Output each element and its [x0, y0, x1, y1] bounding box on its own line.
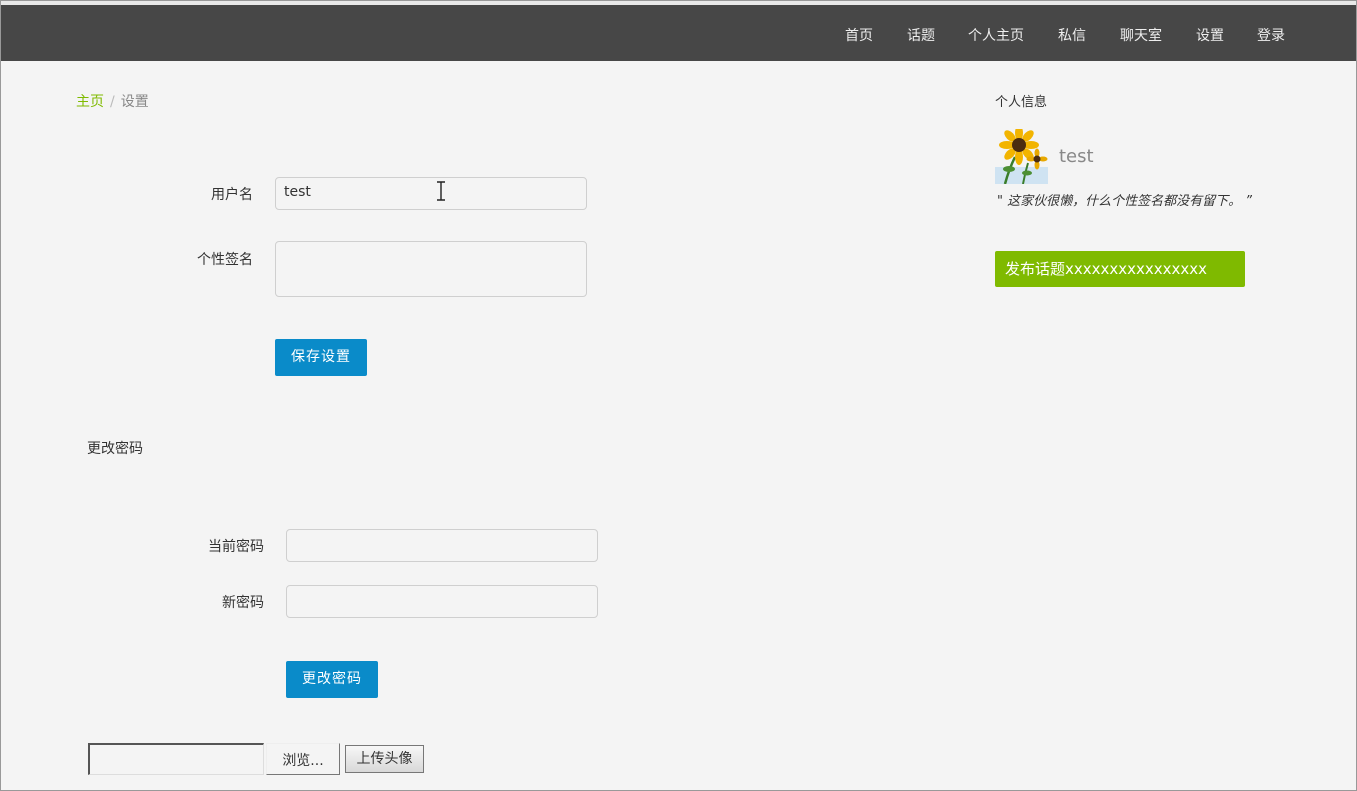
personal-info-heading: 个人信息 — [995, 95, 1048, 110]
browse-button[interactable]: 浏览... — [266, 743, 340, 775]
nav-messages[interactable]: 私信 — [1058, 25, 1086, 45]
sidebar-signature: " 这家伙很懒，什么个性签名都没有留下。 ” — [997, 194, 1252, 209]
nav-topics[interactable]: 话题 — [907, 25, 935, 45]
avatar-sunflower-icon — [995, 129, 1048, 184]
signature-textarea[interactable] — [275, 241, 587, 297]
sidebar-username: test — [1059, 146, 1094, 167]
signature-label: 个性签名 — [197, 252, 253, 268]
nav-profile[interactable]: 个人主页 — [968, 25, 1024, 45]
publish-topic-button[interactable]: 发布话题xxxxxxxxxxxxxxxx — [995, 251, 1245, 287]
breadcrumb-separator: / — [110, 94, 115, 110]
nav-login[interactable]: 登录 — [1257, 25, 1285, 45]
nav-home[interactable]: 首页 — [845, 25, 873, 45]
change-password-button[interactable]: 更改密码 — [286, 661, 378, 698]
change-password-heading: 更改密码 — [87, 441, 143, 457]
breadcrumb-current: 设置 — [120, 94, 149, 110]
page: 首页 话题 个人主页 私信 聊天室 设置 登录 主页 / 设置 用户名 test 个… — [0, 0, 1357, 791]
username-label: 用户名 — [211, 187, 253, 203]
breadcrumb-home-link[interactable]: 主页 — [76, 94, 104, 110]
text-cursor-icon — [437, 181, 445, 201]
username-input[interactable]: test — [275, 177, 587, 210]
new-password-label: 新密码 — [222, 595, 264, 611]
current-password-label: 当前密码 — [208, 539, 264, 555]
breadcrumb: 主页 / 设置 — [76, 91, 149, 111]
new-password-input[interactable] — [286, 585, 598, 618]
nav-chatroom[interactable]: 聊天室 — [1120, 25, 1162, 45]
upload-avatar-button[interactable]: 上传头像 — [345, 745, 424, 773]
file-path-field[interactable] — [88, 743, 264, 775]
nav-settings[interactable]: 设置 — [1196, 25, 1224, 45]
current-password-input[interactable] — [286, 529, 598, 562]
navbar: 首页 话题 个人主页 私信 聊天室 设置 登录 — [1, 5, 1356, 61]
save-settings-button[interactable]: 保存设置 — [275, 339, 367, 376]
